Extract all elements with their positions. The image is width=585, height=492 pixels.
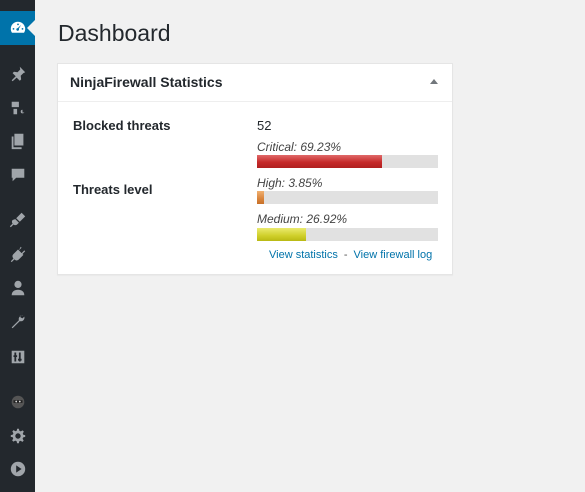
high-caption: High: 3.85% xyxy=(257,176,323,190)
widget-links: View statistics - View firewall log xyxy=(269,249,432,261)
high-bar xyxy=(257,191,438,204)
settings-sliders-icon xyxy=(11,350,24,364)
sidebar-item-pages[interactable] xyxy=(0,124,35,158)
sidebar-item-settings-sliders[interactable] xyxy=(0,340,35,374)
admin-sidebar xyxy=(0,0,35,492)
sidebar-item-media[interactable] xyxy=(0,91,35,125)
ninjafirewall-stats-widget: NinjaFirewall Statistics Blocked threats… xyxy=(57,63,453,275)
comments-icon xyxy=(11,168,24,182)
sidebar-item-appearance[interactable] xyxy=(0,203,35,237)
ninjafirewall-icon xyxy=(11,395,24,409)
critical-caption: Critical: 69.23% xyxy=(257,140,342,154)
view-statistics-link[interactable]: View statistics xyxy=(269,249,338,261)
pin-icon xyxy=(11,66,25,82)
dashboard-icon xyxy=(10,21,25,33)
medium-bar xyxy=(257,228,438,241)
sidebar-item-dashboard[interactable] xyxy=(0,11,35,45)
widget-title: NinjaFirewall Statistics xyxy=(70,74,223,90)
link-separator: - xyxy=(343,249,348,261)
sidebar-item-users[interactable] xyxy=(0,271,35,305)
gear-icon xyxy=(10,428,25,444)
sidebar-item-settings[interactable] xyxy=(0,419,35,453)
medium-bar-fill xyxy=(257,228,306,241)
pages-icon xyxy=(11,133,23,150)
users-icon xyxy=(11,280,24,296)
appearance-icon xyxy=(9,212,25,228)
critical-bar-fill xyxy=(257,155,383,168)
sidebar-item-tools[interactable] xyxy=(0,305,35,339)
chevron-up-icon[interactable] xyxy=(430,79,438,84)
sidebar-item-comments[interactable] xyxy=(0,158,35,192)
high-bar-fill xyxy=(257,191,264,204)
sidebar-item-posts[interactable] xyxy=(0,57,35,91)
sidebar-item-ninjafirewall[interactable] xyxy=(0,385,35,419)
play-icon xyxy=(10,461,25,477)
medium-caption: Medium: 26.92% xyxy=(257,212,348,226)
media-icon xyxy=(11,101,24,115)
threats-level-label: Threats level xyxy=(73,182,153,197)
widget-header[interactable]: NinjaFirewall Statistics xyxy=(58,64,452,102)
blocked-threats-label: Blocked threats xyxy=(73,118,171,133)
tools-icon xyxy=(11,315,24,329)
sidebar-item-collapse[interactable] xyxy=(0,452,35,486)
page-title: Dashboard xyxy=(58,20,171,46)
blocked-threats-value: 52 xyxy=(257,118,272,133)
sidebar-item-plugins[interactable] xyxy=(0,237,35,271)
plugins-icon xyxy=(10,246,25,263)
view-firewall-log-link[interactable]: View firewall log xyxy=(354,249,433,261)
critical-bar xyxy=(257,155,438,168)
